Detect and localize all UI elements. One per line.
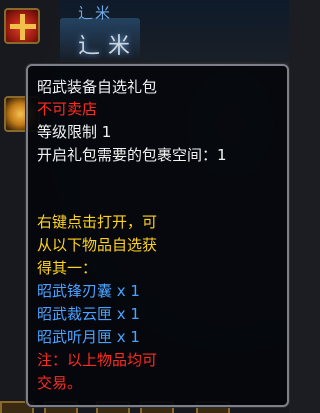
item-choice-2[interactable]: 昭武裁云匣 x 1 — [37, 303, 140, 325]
gift-box-icon[interactable] — [4, 8, 40, 44]
not-sellable-label: 不可卖店 — [37, 100, 98, 118]
bag-space-label: 开启礼包需要的包裹空间：1 — [37, 146, 227, 164]
description-line: 从以下物品自选获 — [37, 236, 158, 254]
description-line: 右键点击打开，可 — [37, 213, 158, 231]
character-name-large: 辶米 — [78, 34, 139, 59]
description-line: 得其一： — [37, 259, 98, 277]
trade-note-line: 注：以上物品均可 — [37, 351, 158, 369]
item-tooltip: 昭武装备自选礼包 不可卖店 等级限制 1 开启礼包需要的包裹空间：1 右键点击打… — [26, 64, 289, 407]
gift-ribbon-horizontal — [10, 24, 36, 29]
level-limit-label: 等级限制 1 — [37, 123, 112, 141]
item-choice-3[interactable]: 昭武听月匣 x 1 — [37, 326, 140, 348]
trade-note-line: 交易。 — [37, 374, 83, 392]
character-name-small: 辶米 — [78, 4, 113, 22]
item-choice-1[interactable]: 昭武锋刃囊 x 1 — [37, 280, 140, 302]
tooltip-title: 昭武装备自选礼包 — [37, 78, 158, 96]
